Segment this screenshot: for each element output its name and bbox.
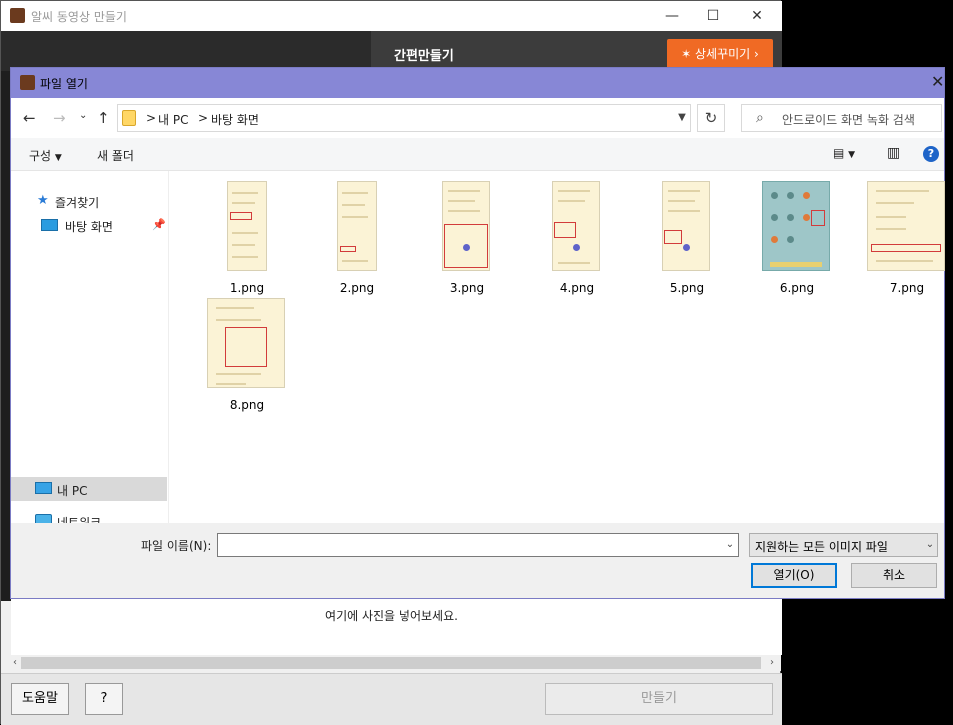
file-name: 1.png xyxy=(229,281,265,295)
search-input[interactable]: ⌕ 안드로이드 화면 녹화 검색 xyxy=(741,104,942,132)
file-name: 5.png xyxy=(669,281,705,295)
search-icon: ⌕ xyxy=(756,110,764,126)
computer-icon xyxy=(35,482,52,494)
address-separator: > xyxy=(146,111,157,125)
background-bottom-bar: 도움말 ? 만들기 xyxy=(1,673,782,725)
app-icon xyxy=(10,8,25,23)
sidebar-item-label: 내 PC xyxy=(57,484,88,498)
dropdown-arrow-icon: ▼ xyxy=(54,153,62,163)
dialog-bottom-area: 파일 이름(N): ⌄ 지원하는 모든 이미지 파일 ⌄ 열기(O) 취소 xyxy=(11,523,944,598)
filename-label: 파일 이름(N): xyxy=(141,539,212,553)
sidebar-item-this-pc[interactable]: 내 PC xyxy=(11,477,167,501)
view-options-icon[interactable]: ▤ ▼ xyxy=(833,146,855,160)
address-bar[interactable]: > 내 PC > 바탕 화면 xyxy=(117,104,691,132)
detail-decorate-label: 상세꾸미기 xyxy=(695,47,751,61)
cancel-button[interactable]: 취소 xyxy=(851,563,937,588)
file-thumbnail xyxy=(207,298,285,388)
file-thumbnail xyxy=(662,181,710,271)
filename-input[interactable] xyxy=(217,533,739,557)
file-name: 7.png xyxy=(889,281,925,295)
chevron-down-icon: ⌄ xyxy=(925,539,935,550)
make-button[interactable]: 만들기 xyxy=(545,683,773,715)
background-app-title: 알씨 동영상 만들기 xyxy=(31,10,127,24)
file-type-select[interactable]: 지원하는 모든 이미지 파일 ⌄ xyxy=(749,533,938,557)
file-item[interactable]: 2.png xyxy=(307,181,407,299)
organize-label: 구성 xyxy=(29,149,52,163)
scroll-left-icon[interactable]: ‹ xyxy=(9,655,21,671)
address-dropdown-icon[interactable]: ▼ xyxy=(673,104,691,132)
address-separator: > xyxy=(198,111,209,125)
refresh-icon[interactable]: ↻ xyxy=(697,104,725,132)
command-bar: 구성 ▼ 새 폴더 ▤ ▼ ▥ ? xyxy=(11,138,944,171)
file-type-value: 지원하는 모든 이미지 파일 xyxy=(755,540,888,554)
maximize-icon[interactable]: ☐ xyxy=(698,5,728,27)
scrollbar-thumb[interactable] xyxy=(21,657,761,669)
file-thumbnail xyxy=(227,181,267,271)
open-button[interactable]: 열기(O) xyxy=(751,563,837,588)
search-placeholder: 안드로이드 화면 녹화 검색 xyxy=(782,113,915,127)
dialog-title-bar xyxy=(11,68,944,98)
file-name: 8.png xyxy=(229,398,265,412)
help-icon[interactable]: ? xyxy=(923,146,939,162)
star-icon: ★ xyxy=(37,193,49,208)
forward-arrow-icon[interactable]: → xyxy=(53,109,66,127)
breadcrumb-desktop[interactable]: 바탕 화면 xyxy=(211,111,259,128)
up-arrow-icon[interactable]: ↑ xyxy=(97,109,110,127)
organize-button[interactable]: 구성 ▼ xyxy=(29,147,62,164)
file-thumbnail xyxy=(442,181,490,271)
sidebar-item-desktop[interactable]: 바탕 화면 xyxy=(11,213,167,237)
help-button[interactable]: 도움말 xyxy=(11,683,69,715)
dialog-title: 파일 열기 xyxy=(40,77,88,91)
file-name: 3.png xyxy=(449,281,485,295)
sidebar-item-label: 즐겨찾기 xyxy=(55,196,100,210)
recent-locations-chevron-icon[interactable]: ⌄ xyxy=(79,110,87,121)
dialog-close-icon[interactable]: ✕ xyxy=(931,72,944,91)
preview-pane-icon[interactable]: ▥ xyxy=(887,145,900,161)
file-list-pane: 1.png 2.png 3.png 4.png 5.png 6.png 7.pn… xyxy=(169,171,945,523)
file-name: 2.png xyxy=(339,281,375,295)
file-item[interactable]: 5.png xyxy=(637,181,737,299)
folder-icon xyxy=(122,110,136,126)
sidebar-item-favorites[interactable]: ★ 즐겨찾기 xyxy=(11,189,167,213)
file-item[interactable]: 8.png xyxy=(197,298,297,416)
file-thumbnail xyxy=(552,181,600,271)
chevron-right-icon: › xyxy=(750,47,759,61)
file-item[interactable]: 3.png xyxy=(417,181,517,299)
back-arrow-icon[interactable]: ← xyxy=(23,109,36,127)
sidebar-item-label: 바탕 화면 xyxy=(65,220,113,234)
file-item[interactable]: 7.png xyxy=(857,181,953,299)
file-name: 6.png xyxy=(779,281,815,295)
breadcrumb-this-pc[interactable]: 내 PC xyxy=(158,111,188,128)
navigation-pane: ★ 즐겨찾기 바탕 화면 내 PC 네트워크 xyxy=(11,171,169,530)
scroll-right-icon[interactable]: › xyxy=(765,655,779,671)
magic-wand-icon: ✶ xyxy=(681,47,696,61)
photo-drop-hint: 여기에 사진을 넣어보세요. xyxy=(325,609,458,623)
question-button[interactable]: ? xyxy=(85,683,123,715)
file-thumbnail xyxy=(762,181,830,271)
file-thumbnail xyxy=(337,181,377,271)
pin-icon[interactable]: 📌 xyxy=(152,218,166,231)
new-folder-button[interactable]: 새 폴더 xyxy=(97,147,134,164)
file-item[interactable]: 1.png xyxy=(197,181,297,299)
tab-simple-make-label: 간편만들기 xyxy=(394,49,454,64)
file-name: 4.png xyxy=(559,281,595,295)
close-icon[interactable]: ✕ xyxy=(742,5,772,27)
file-open-dialog: 파일 열기 ✕ ← → ⌄ ↑ > 내 PC > 바탕 화면 ▼ ↻ ⌕ 안드로… xyxy=(10,67,945,599)
dialog-app-icon xyxy=(20,75,35,90)
minimize-icon[interactable]: — xyxy=(657,5,687,27)
desktop-icon xyxy=(41,219,58,231)
file-item[interactable]: 6.png xyxy=(747,181,847,299)
file-item[interactable]: 4.png xyxy=(527,181,627,299)
filename-dropdown-icon[interactable]: ⌄ xyxy=(721,533,739,557)
file-thumbnail xyxy=(867,181,945,271)
detail-decorate-button[interactable]: ✶ 상세꾸미기 › xyxy=(667,39,773,69)
